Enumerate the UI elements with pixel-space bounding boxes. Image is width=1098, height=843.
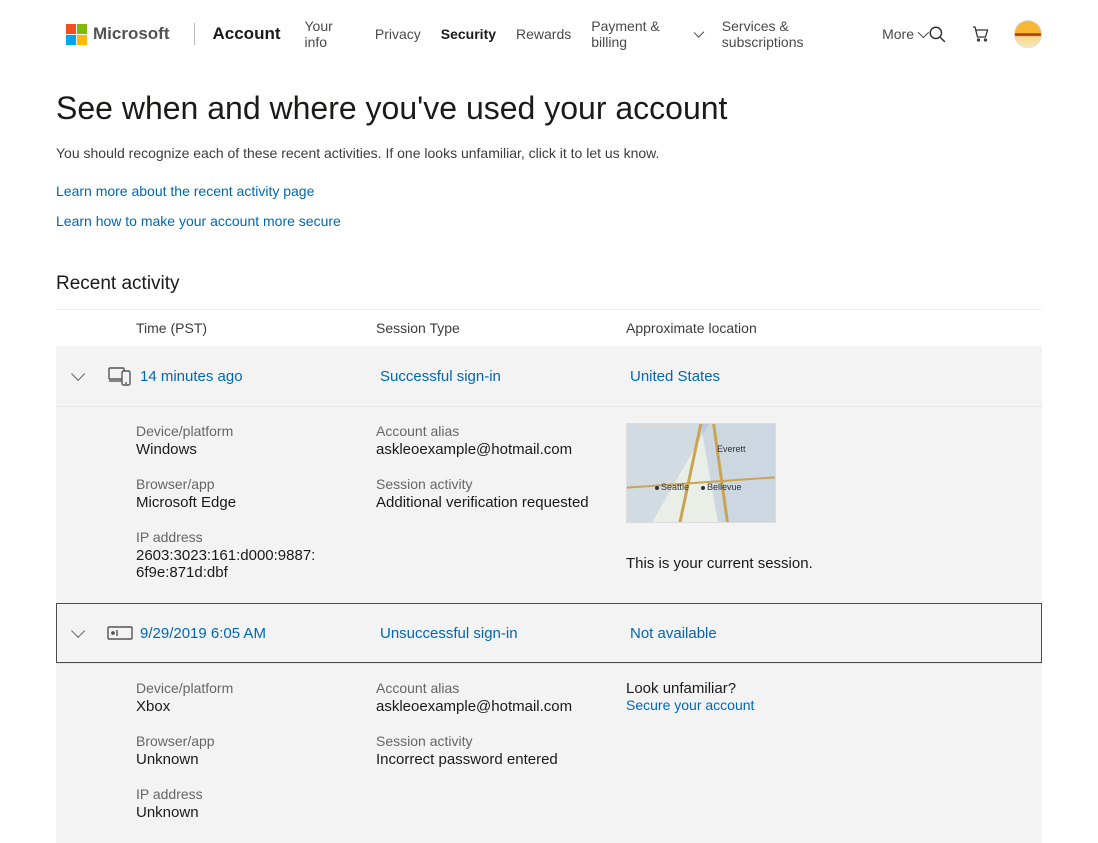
activity-row-summary[interactable]: 9/29/2019 6:05 AM Unsuccessful sign-in N… — [56, 603, 1042, 663]
nav-privacy[interactable]: Privacy — [375, 26, 421, 42]
device-platform-value: Windows — [136, 441, 356, 458]
column-headers: Time (PST) Session Type Approximate loca… — [56, 309, 1042, 346]
learn-secure-link[interactable]: Learn how to make your account more secu… — [56, 213, 341, 229]
secure-account-link[interactable]: Secure your account — [626, 697, 754, 713]
recent-activity-heading: Recent activity — [56, 273, 1042, 295]
microsoft-logo[interactable]: Microsoft — [66, 24, 170, 45]
activity-session-type[interactable]: Successful sign-in — [380, 368, 630, 385]
nav-your-info[interactable]: Your info — [305, 18, 355, 50]
microsoft-logo-icon — [66, 24, 87, 45]
nav-more[interactable]: More — [882, 26, 926, 42]
activity-row-summary[interactable]: 14 minutes ago Successful sign-in United… — [56, 346, 1042, 406]
header-bar: Microsoft Account Your info Privacy Secu… — [0, 0, 1098, 68]
browser-value: Microsoft Edge — [136, 494, 356, 511]
device-platform-label: Device/platform — [136, 423, 356, 439]
unfamiliar-prompt: Look unfamiliar? — [626, 680, 1022, 697]
browser-value: Unknown — [136, 751, 356, 768]
brand-text: Microsoft — [93, 24, 170, 44]
activity-row-details: Device/platform Xbox Browser/app Unknown… — [56, 663, 1042, 843]
nav-more-label: More — [882, 26, 914, 42]
activity-time[interactable]: 9/29/2019 6:05 AM — [140, 625, 380, 642]
alias-value: askleoexample@hotmail.com — [376, 441, 606, 458]
top-nav: Account Your info Privacy Security Rewar… — [213, 18, 927, 50]
device-icon — [100, 365, 140, 387]
ip-label: IP address — [136, 786, 356, 802]
ip-value: 2603:3023:161:d000:9887:6f9e:871d:dbf — [136, 547, 316, 581]
map-city-label: Bellevue — [707, 482, 742, 492]
nav-security[interactable]: Security — [441, 26, 496, 42]
location-caption: This is your current session. — [626, 555, 1022, 572]
activity-row-details: Device/platform Windows Browser/app Micr… — [56, 406, 1042, 603]
browser-label: Browser/app — [136, 476, 356, 492]
session-activity-value: Incorrect password entered — [376, 751, 606, 768]
avatar[interactable] — [1014, 20, 1042, 48]
search-icon[interactable] — [926, 23, 948, 45]
col-time: Time (PST) — [136, 320, 376, 336]
chevron-down-icon — [694, 27, 705, 38]
nav-account[interactable]: Account — [213, 24, 281, 44]
alias-value: askleoexample@hotmail.com — [376, 698, 606, 715]
ip-label: IP address — [136, 529, 356, 545]
session-activity-label: Session activity — [376, 733, 606, 749]
expand-toggle[interactable] — [60, 360, 92, 392]
expand-toggle[interactable] — [60, 617, 92, 649]
device-platform-value: Xbox — [136, 698, 356, 715]
learn-more-link[interactable]: Learn more about the recent activity pag… — [56, 183, 314, 199]
cart-icon[interactable] — [970, 23, 992, 45]
page-title: See when and where you've used your acco… — [56, 90, 1042, 127]
activity-time[interactable]: 14 minutes ago — [140, 368, 380, 385]
activity-location[interactable]: Not available — [630, 625, 1042, 642]
session-activity-label: Session activity — [376, 476, 606, 492]
nav-services[interactable]: Services & subscriptions — [722, 18, 862, 50]
map-city-label: Everett — [717, 444, 746, 454]
activity-location[interactable]: United States — [630, 368, 1042, 385]
col-location: Approximate location — [626, 320, 1042, 336]
session-activity-value: Additional verification requested — [376, 494, 606, 511]
device-platform-label: Device/platform — [136, 680, 356, 696]
alias-label: Account alias — [376, 423, 606, 439]
chevron-down-icon — [71, 624, 85, 638]
intro-text: You should recognize each of these recen… — [56, 145, 1042, 161]
device-icon — [100, 625, 140, 641]
header-right — [926, 20, 1042, 48]
nav-payment-label: Payment & billing — [591, 18, 690, 50]
divider — [194, 23, 195, 45]
chevron-down-icon — [71, 367, 85, 381]
main-content: See when and where you've used your acco… — [0, 68, 1098, 843]
browser-label: Browser/app — [136, 733, 356, 749]
nav-payment[interactable]: Payment & billing — [591, 18, 702, 50]
activity-session-type[interactable]: Unsuccessful sign-in — [380, 625, 630, 642]
location-map: Everett Seattle Bellevue — [626, 423, 776, 523]
col-session-type: Session Type — [376, 320, 626, 336]
nav-rewards[interactable]: Rewards — [516, 26, 571, 42]
ip-value: Unknown — [136, 804, 356, 821]
activity-table: Time (PST) Session Type Approximate loca… — [56, 309, 1042, 843]
map-city-label: Seattle — [661, 482, 689, 492]
alias-label: Account alias — [376, 680, 606, 696]
